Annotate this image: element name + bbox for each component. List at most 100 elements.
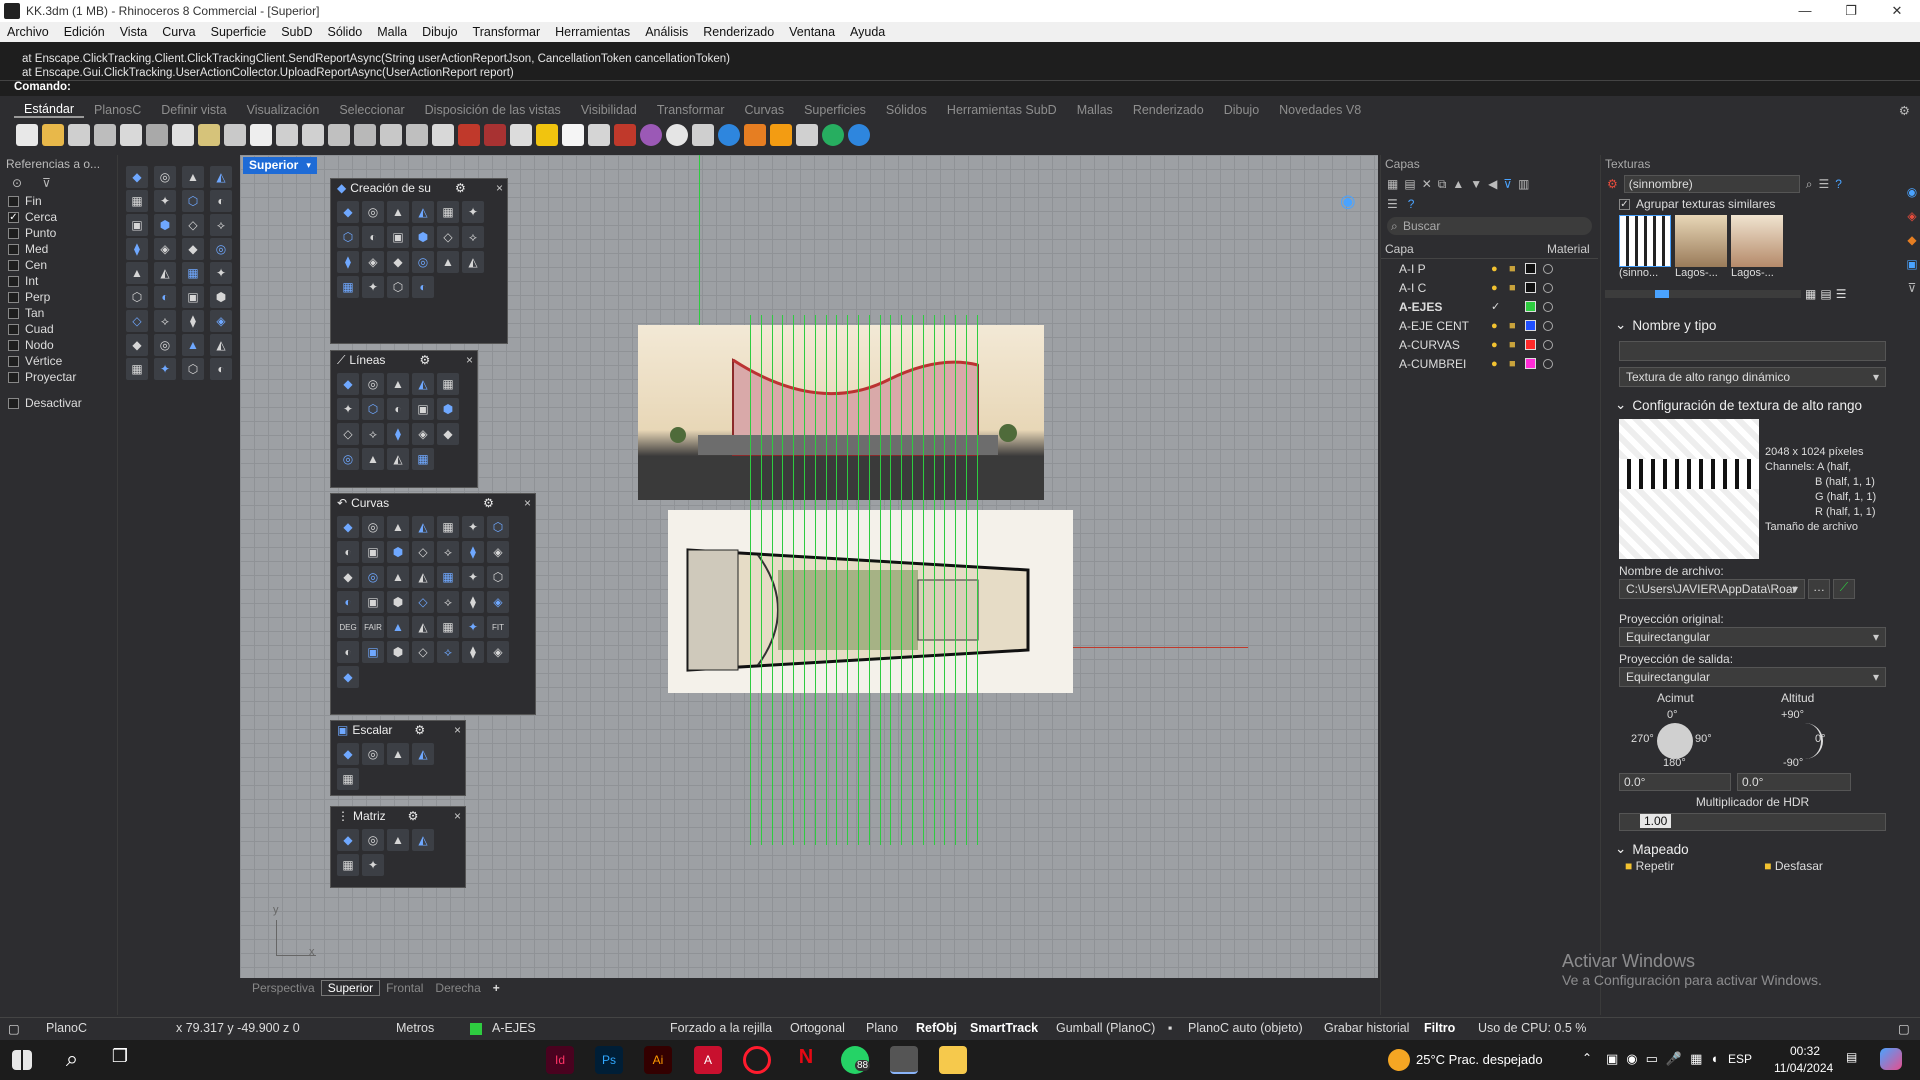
osnap-item[interactable]: Vértice — [0, 353, 117, 369]
surface-tool-icon[interactable]: ◇ — [437, 226, 459, 248]
grid-axis-line[interactable] — [847, 315, 849, 845]
checkbox[interactable] — [8, 243, 19, 255]
grid-axis-line[interactable] — [912, 315, 913, 845]
photoshop-icon[interactable]: Ps — [595, 1046, 623, 1074]
line-tool-icon[interactable]: ◎ — [362, 373, 384, 395]
lock-icon[interactable]: ■ — [1509, 358, 1516, 370]
close-icon[interactable]: × — [454, 723, 461, 737]
eye-icon[interactable]: ⊙ — [12, 176, 22, 190]
filter-icon[interactable]: ⊽ — [1503, 177, 1512, 191]
line-tool-icon[interactable]: ⧫ — [387, 423, 409, 445]
checkbox[interactable] — [8, 371, 19, 383]
tray-icons[interactable]: ▣◉▭🎤▦◖ — [1606, 1051, 1726, 1067]
surface-tool-icon[interactable]: ◆ — [337, 201, 359, 223]
repeat-toggle[interactable]: ■ Repetir — [1625, 859, 1674, 873]
zoom-icon[interactable] — [302, 124, 324, 146]
scale-tool-icon[interactable]: ◭ — [412, 743, 434, 765]
texture-type-select[interactable]: Textura de alto rango dinámico ▾ — [1619, 367, 1886, 387]
render-tab-icon[interactable]: ◆ — [1904, 233, 1920, 257]
surface-tool-icon[interactable]: ⬢ — [412, 226, 434, 248]
curve-tool-icon[interactable]: ◆ — [337, 516, 359, 538]
duplicate-icon[interactable]: ⧉ — [1438, 177, 1447, 192]
status-osnap[interactable]: RefObj — [916, 1021, 957, 1035]
layer-color-swatch[interactable] — [1525, 301, 1536, 312]
four-viewports-icon[interactable] — [432, 124, 454, 146]
curve-tool-icon[interactable]: ◆ — [337, 566, 359, 588]
select-icon[interactable] — [510, 124, 532, 146]
bulb-icon[interactable]: ● — [1491, 358, 1498, 370]
layer-search-input[interactable]: ⌕ Buscar — [1387, 217, 1592, 235]
layer-row[interactable]: A-CURVAS ● ■ — [1381, 335, 1598, 354]
main-tool-icon[interactable]: ◎ — [154, 334, 176, 356]
osnap-disable[interactable]: Desactivar — [0, 395, 117, 411]
scale-tool-icon[interactable]: ▲ — [387, 743, 409, 765]
tab-definir-vista[interactable]: Definir vista — [151, 103, 236, 117]
curve-tool-icon[interactable]: ⟡ — [437, 641, 459, 663]
color-wheel-icon[interactable] — [640, 124, 662, 146]
curve-tool-icon[interactable]: ▦ — [437, 616, 459, 638]
gear-icon[interactable]: ⚙ — [419, 353, 430, 367]
curve-tool-icon[interactable]: ▦ — [437, 516, 459, 538]
gear-icon[interactable]: ⚙ — [1889, 103, 1920, 118]
main-tool-icon[interactable]: ◆ — [126, 334, 148, 356]
zoom-extents-icon[interactable] — [354, 124, 376, 146]
export-icon[interactable] — [120, 124, 142, 146]
proj-orig-select[interactable]: Equirectangular ▾ — [1619, 627, 1886, 647]
chevron-down-icon[interactable]: ▾ — [306, 157, 311, 174]
line-tool-icon[interactable]: ◐ — [387, 398, 409, 420]
bulb-icon[interactable]: ● — [1491, 339, 1498, 351]
proj-out-select[interactable]: Equirectangular ▾ — [1619, 667, 1886, 687]
curve-tool-icon[interactable]: ⬢ — [387, 641, 409, 663]
command-prompt[interactable]: Comando: — [0, 80, 1920, 96]
grid-icon[interactable] — [692, 124, 714, 146]
tab-superficies[interactable]: Superficies — [794, 103, 876, 117]
move-left-icon[interactable]: ◀ — [1488, 177, 1497, 191]
main-tool-icon[interactable]: ▲ — [182, 334, 204, 356]
new-layer-icon[interactable]: ▦ — [1387, 177, 1398, 191]
curve-tool-icon[interactable]: FIT — [487, 616, 509, 638]
surface-tool-icon[interactable]: ▲ — [437, 251, 459, 273]
tab-visibilidad[interactable]: Visibilidad — [571, 103, 647, 117]
close-icon[interactable]: × — [466, 353, 473, 367]
gumball-icon[interactable]: ◉ — [1340, 191, 1366, 211]
tab-mallas[interactable]: Mallas — [1067, 103, 1123, 117]
task-view-icon[interactable]: ❐ — [106, 1046, 134, 1074]
line-tool-icon[interactable]: ◇ — [337, 423, 359, 445]
curve-tool-icon[interactable]: ⟡ — [437, 591, 459, 613]
line-tool-icon[interactable]: ▲ — [387, 373, 409, 395]
tab-superior[interactable]: Superior — [320, 980, 381, 996]
main-tool-icon[interactable]: ◈ — [154, 238, 176, 260]
main-tool-icon[interactable]: ▣ — [182, 286, 204, 308]
menu-vista[interactable]: Vista — [113, 25, 156, 39]
properties-tab-icon[interactable]: ◉ — [1904, 185, 1920, 209]
main-tool-icon[interactable]: ⟡ — [210, 214, 232, 236]
surface-tool-icon[interactable]: ◭ — [412, 201, 434, 223]
array-tool-icon[interactable]: ◆ — [337, 829, 359, 851]
main-tool-icon[interactable]: ◭ — [210, 334, 232, 356]
tab-solidos[interactable]: Sólidos — [876, 103, 937, 117]
layer-color-swatch[interactable] — [1525, 339, 1536, 350]
checkbox[interactable]: ✓ — [8, 211, 19, 223]
main-tool-icon[interactable]: ▲ — [182, 166, 204, 188]
help-icon[interactable]: ? — [1835, 177, 1842, 191]
grid-axis-line[interactable] — [782, 315, 784, 845]
curve-tool-icon[interactable]: ◭ — [412, 516, 434, 538]
main-tool-icon[interactable]: ◆ — [182, 238, 204, 260]
status-layer[interactable]: A-EJES — [492, 1021, 536, 1035]
group-similar-checkbox[interactable]: ✓ — [1619, 198, 1630, 210]
curve-tool-icon[interactable]: ◈ — [487, 541, 509, 563]
filename-input[interactable]: C:\Users\JAVIER\AppData\Roar ▾ — [1619, 579, 1805, 599]
checkbox[interactable] — [8, 227, 19, 239]
sun-icon[interactable] — [770, 124, 792, 146]
notifications-icon[interactable]: ▤ — [1846, 1050, 1857, 1064]
layer-color-swatch[interactable] — [1525, 282, 1536, 293]
checkbox[interactable] — [8, 307, 19, 319]
menu-ventana[interactable]: Ventana — [782, 25, 843, 39]
surface-tool-icon[interactable]: ◐ — [362, 226, 384, 248]
grid-axis-line[interactable] — [825, 315, 827, 845]
section-mapping[interactable]: ⌄ Mapeado — [1601, 839, 1904, 859]
status-units[interactable]: Metros — [396, 1021, 434, 1035]
grid-axis-line[interactable] — [922, 315, 924, 845]
new-sublayer-icon[interactable]: ▤ — [1404, 177, 1415, 191]
grid-axis-line[interactable] — [966, 315, 967, 845]
